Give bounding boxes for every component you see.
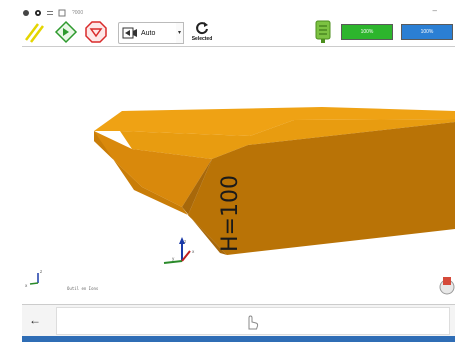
hand-pointer-icon[interactable] <box>241 311 261 331</box>
menu-icon[interactable] <box>46 9 54 17</box>
axis-label-z: z <box>184 239 186 244</box>
camera-icon <box>122 27 137 39</box>
corner-axis-label-z: z <box>40 269 42 274</box>
mode-select[interactable]: Auto <box>118 22 178 44</box>
title-bar: ?000 – <box>22 6 441 20</box>
3d-viewport[interactable]: H=100 y z x z x Outil en Ions <box>22 47 455 304</box>
axis-label-y: y <box>172 256 175 261</box>
minimize-button[interactable]: – <box>433 6 437 15</box>
progress-bar-1-label: 100% <box>360 29 374 35</box>
corner-axis-label-x: x <box>25 283 28 288</box>
back-button[interactable]: ← <box>26 311 44 329</box>
status-bar <box>22 336 455 342</box>
toolbar: Auto ▾ Selected 100% 100% <box>22 20 455 46</box>
axis-label-x: x <box>192 249 195 254</box>
app-icon <box>23 10 29 16</box>
window-icon[interactable] <box>58 9 66 17</box>
diagonal-lines-icon[interactable] <box>22 20 46 44</box>
viewport-hint: Outil en Ions <box>67 286 99 291</box>
progress-bar-2-label: 100% <box>420 29 434 35</box>
refresh-label: Selected <box>191 36 213 42</box>
green-diamond-icon[interactable] <box>54 20 78 44</box>
corner-axes: z x <box>25 269 42 288</box>
red-stop-icon[interactable] <box>84 20 108 44</box>
bottom-panel[interactable] <box>56 307 450 335</box>
window-title: ?000 <box>72 10 84 16</box>
settings-icon[interactable] <box>34 9 42 17</box>
dimension-label: H=100 <box>218 175 243 252</box>
progress-bar-2: 100% <box>401 24 453 40</box>
refresh-icon <box>196 22 208 35</box>
axis-gizmo: y z x <box>163 237 195 264</box>
refresh-button[interactable]: Selected <box>186 20 218 46</box>
bottom-bar: ← <box>22 305 455 336</box>
battery-icon <box>315 20 331 43</box>
mode-dropdown-arrow[interactable]: ▾ <box>176 22 184 44</box>
mode-value: Auto <box>141 29 156 37</box>
3d-scene: H=100 y z x z x Outil en Ions <box>25 107 455 295</box>
view-cube-icon[interactable] <box>439 277 455 295</box>
progress-bar-1: 100% <box>341 24 393 40</box>
